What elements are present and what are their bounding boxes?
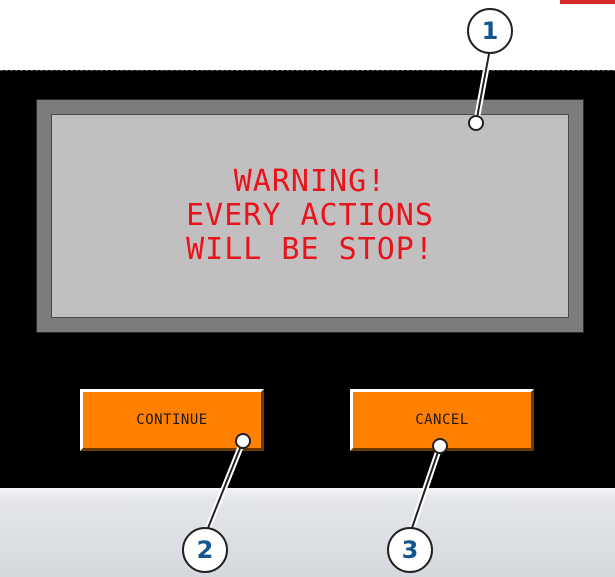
continue-button[interactable]: CONTINUE xyxy=(80,389,264,451)
warning-line-3: WILL BE STOP! xyxy=(186,232,434,267)
callout-marker-3: 3 xyxy=(387,527,433,573)
warning-panel-frame: WARNING! EVERY ACTIONS WILL BE STOP! xyxy=(36,99,584,333)
callout-marker-1: 1 xyxy=(467,8,513,54)
callout-marker-2: 2 xyxy=(182,527,228,573)
warning-line-2: EVERY ACTIONS xyxy=(186,198,434,233)
hmi-screen: WARNING! EVERY ACTIONS WILL BE STOP! CON… xyxy=(0,70,615,488)
top-accent-bar xyxy=(560,0,615,4)
cancel-button[interactable]: CANCEL xyxy=(350,389,534,451)
warning-panel: WARNING! EVERY ACTIONS WILL BE STOP! xyxy=(51,114,569,318)
warning-line-1: WARNING! xyxy=(233,164,387,199)
